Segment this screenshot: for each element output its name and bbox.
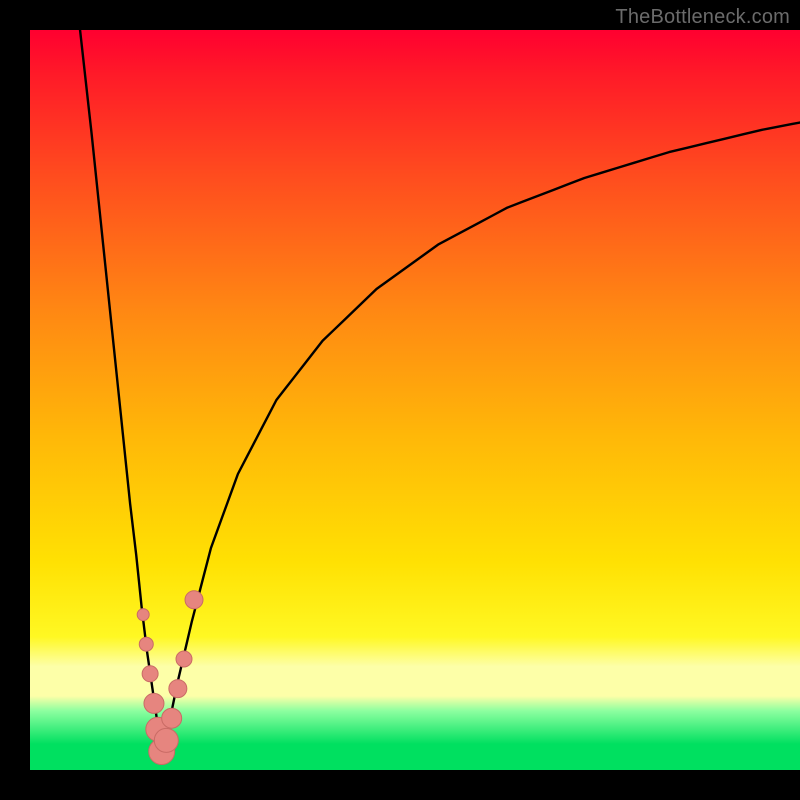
data-marker [185, 591, 203, 609]
chart-frame: TheBottleneck.com [0, 0, 800, 800]
data-marker [176, 651, 192, 667]
data-marker [137, 609, 149, 621]
data-marker [162, 708, 182, 728]
bottleneck-curve [80, 30, 800, 755]
data-marker [139, 637, 153, 651]
data-marker [154, 728, 178, 752]
watermark-text: TheBottleneck.com [615, 6, 790, 29]
data-marker [142, 666, 158, 682]
data-marker [144, 693, 164, 713]
plot-area [30, 30, 800, 770]
data-marker [169, 680, 187, 698]
curve-layer [30, 30, 800, 770]
